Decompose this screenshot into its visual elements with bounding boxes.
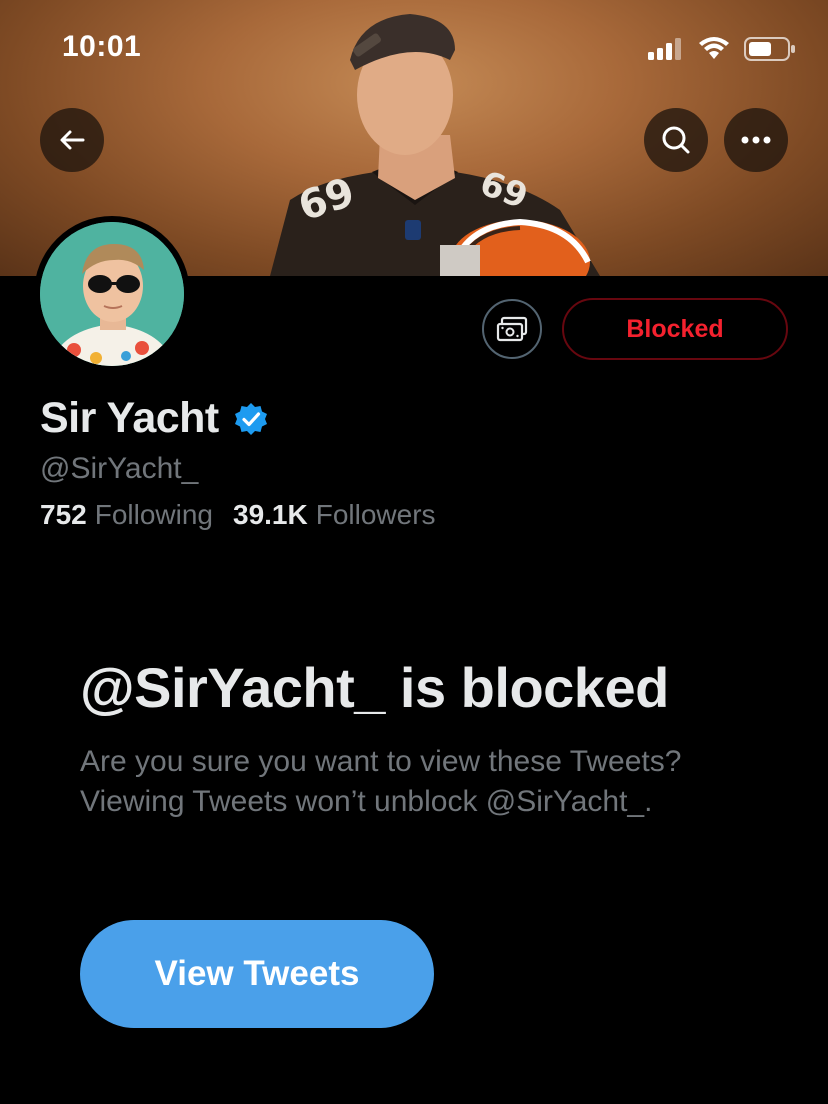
- wifi-icon: [699, 37, 729, 59]
- more-options-button[interactable]: [724, 108, 788, 172]
- following-link[interactable]: 752 Following: [40, 499, 213, 531]
- verified-badge-icon: [234, 402, 267, 435]
- blocked-title: @SirYacht_ is blocked: [80, 656, 669, 719]
- search-icon: [662, 126, 690, 154]
- back-button[interactable]: [40, 108, 104, 172]
- followers-link[interactable]: 39.1K Followers: [233, 499, 436, 531]
- money-icon: [496, 316, 528, 342]
- following-count: 752: [40, 499, 87, 530]
- blocked-description: Are you sure you want to view these Twee…: [80, 745, 682, 818]
- avatar-photo: [40, 222, 184, 366]
- follow-stats: 752 Following 39.1K Followers: [40, 499, 436, 531]
- followers-label: Followers: [315, 499, 436, 530]
- more-horizontal-icon: [741, 136, 771, 144]
- battery-icon: [744, 37, 795, 61]
- following-label: Following: [94, 499, 213, 530]
- signal-icon: [648, 38, 681, 60]
- blocked-button[interactable]: Blocked: [562, 298, 788, 360]
- user-handle: @SirYacht_: [40, 452, 199, 485]
- status-icons: [648, 36, 796, 62]
- display-name-row: Sir Yacht: [40, 394, 269, 443]
- tip-button[interactable]: [482, 299, 542, 359]
- status-time: 10:01: [62, 30, 142, 63]
- view-tweets-button[interactable]: View Tweets: [80, 920, 434, 1028]
- display-name: Sir Yacht: [40, 394, 219, 442]
- avatar[interactable]: [34, 216, 190, 372]
- arrow-left-icon: [60, 130, 85, 150]
- followers-count: 39.1K: [233, 499, 308, 530]
- search-button[interactable]: [644, 108, 708, 172]
